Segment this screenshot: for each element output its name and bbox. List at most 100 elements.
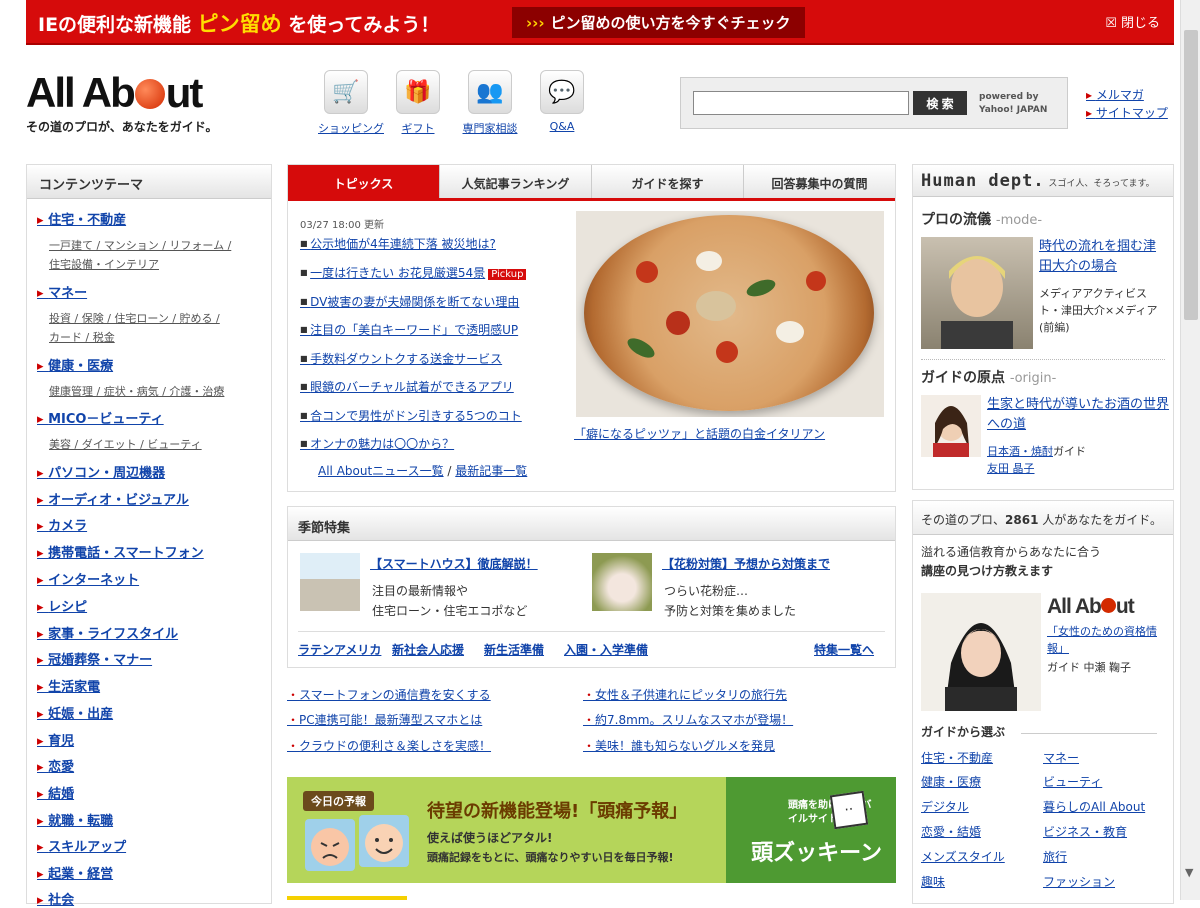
guide-cat-beauty[interactable]: ビューティ bbox=[1043, 773, 1102, 790]
qa-link[interactable]: 💬 Q&A bbox=[534, 70, 590, 133]
vertical-scrollbar[interactable]: ▼ bbox=[1180, 0, 1200, 900]
cat-housing[interactable]: 住宅・不動産 bbox=[37, 209, 126, 228]
guide-photo[interactable] bbox=[921, 593, 1041, 711]
season-link-newlife[interactable]: 新生活準備 bbox=[484, 641, 544, 658]
sub-money-2[interactable]: カード / 税金 bbox=[49, 329, 115, 345]
cat-beauty[interactable]: MICO－ビューティ bbox=[37, 408, 164, 427]
cat-appliances[interactable]: 生活家電 bbox=[37, 676, 100, 695]
mailmag-link[interactable]: メルマガ bbox=[1086, 86, 1168, 104]
pr-link[interactable]: スマートフォンの通信費を安くする bbox=[287, 686, 491, 703]
top-links: メルマガ サイトマップ bbox=[1086, 86, 1168, 122]
cat-recipe[interactable]: レシピ bbox=[37, 596, 87, 615]
feature-smart-house[interactable]: 【スマートハウス】徹底解説！ bbox=[370, 555, 538, 572]
tab-ranking[interactable]: 人気記事ランキング bbox=[439, 165, 591, 198]
guide-cat-living[interactable]: 暮らしのAll About bbox=[1043, 798, 1145, 815]
cat-mobile[interactable]: 携帯電話・スマートフォン bbox=[37, 542, 204, 561]
search-box: 検 索 powered by Yahoo! JAPAN bbox=[680, 77, 1068, 129]
cat-marriage[interactable]: 結婚 bbox=[37, 783, 74, 802]
today-forecast-label: 今日の予報 bbox=[303, 791, 374, 811]
guide-cat-mens[interactable]: メンズスタイル bbox=[921, 848, 1005, 865]
cat-skillup[interactable]: スキルアップ bbox=[37, 836, 126, 855]
scrollbar-thumb[interactable] bbox=[1184, 30, 1198, 320]
pizza-caption[interactable]: 「癖になるピッツァ」と話題の白金イタリアン bbox=[574, 425, 825, 442]
guide-cat-health[interactable]: 健康・医療 bbox=[921, 773, 981, 790]
cat-society[interactable]: 社会 bbox=[37, 889, 74, 908]
people-icon: 👥 bbox=[468, 70, 512, 114]
cat-internet[interactable]: インターネット bbox=[37, 569, 139, 588]
season-link-latin[interactable]: ラテンアメリカ bbox=[298, 641, 381, 658]
faces-illustration bbox=[305, 815, 409, 871]
guide-cat-fashion[interactable]: ファッション bbox=[1043, 873, 1115, 890]
season-link-school[interactable]: 入園・入学準備 bbox=[564, 641, 648, 658]
season-all-link[interactable]: 特集一覧へ bbox=[814, 641, 874, 658]
tomoda-photo[interactable] bbox=[921, 395, 981, 457]
cat-parenting[interactable]: 育児 bbox=[37, 730, 74, 749]
pr-link[interactable]: 約7.8mm。スリムなスマホが登場！ bbox=[583, 711, 793, 728]
cat-career[interactable]: 就職・転職 bbox=[37, 810, 113, 829]
allabout-logo[interactable]: All Ab ut その道のプロが、あなたをガイド。 bbox=[26, 72, 218, 135]
pizza-photo[interactable] bbox=[576, 211, 884, 417]
news-list-link[interactable]: All Aboutニュース一覧 bbox=[318, 464, 444, 478]
tab-topics[interactable]: トピックス bbox=[288, 165, 439, 198]
season-link-newhire[interactable]: 新社会人応援 bbox=[392, 641, 464, 658]
pr-link[interactable]: 美味！誰も知らないグルメを発見 bbox=[583, 737, 775, 754]
guide-cat-business[interactable]: ビジネス・教育 bbox=[1043, 823, 1127, 840]
topic-item[interactable]: 手数料ダウントクする送金サービス bbox=[300, 350, 502, 367]
cat-pregnancy[interactable]: 妊娠・出産 bbox=[37, 703, 113, 722]
sub-housing-2[interactable]: 住宅設備・インテリア bbox=[49, 256, 159, 272]
search-button[interactable]: 検 索 bbox=[913, 91, 967, 115]
sub-money-1[interactable]: 投資 / 保険 / 住宅ローン / 貯める / bbox=[49, 310, 220, 326]
shopping-link[interactable]: 🛒 ショッピング bbox=[318, 70, 384, 136]
latest-articles-link[interactable]: 最新記事一覧 bbox=[455, 464, 527, 478]
next-banner-edge bbox=[287, 896, 407, 900]
pr-link[interactable]: クラウドの便利さ＆楽しさを実感！ bbox=[287, 737, 491, 754]
search-input[interactable] bbox=[693, 91, 909, 115]
topic-item[interactable]: 合コンで男性がドン引きする5つのコト bbox=[300, 407, 522, 424]
pin-promo-banner: IEの便利な新機能 ピン留め を使ってみよう！ ››› ピン留めの使い方を今すぐチ… bbox=[26, 0, 1174, 45]
sub-health[interactable]: 健康管理 / 症状・病気 / 介護・治療 bbox=[49, 383, 224, 399]
guide-cat-housing[interactable]: 住宅・不動産 bbox=[921, 749, 993, 766]
topic-item[interactable]: 眼鏡のバーチャル試着ができるアプリ bbox=[300, 378, 514, 395]
topic-item[interactable]: オンナの魅力は〇〇から？ bbox=[300, 435, 454, 452]
headache-forecast-banner[interactable]: 今日の予報 待望の新機能登場!「頭痛予報」 使えば使うほどアタル! 頭痛記録をも… bbox=[287, 777, 896, 883]
cat-lifestyle[interactable]: 家事・ライフスタイル bbox=[37, 623, 178, 642]
cat-money[interactable]: マネー bbox=[37, 282, 87, 301]
sitemap-link[interactable]: サイトマップ bbox=[1086, 104, 1168, 122]
banner-cta-button[interactable]: ››› ピン留めの使い方を今すぐチェック bbox=[512, 7, 805, 38]
pr-link[interactable]: 女性＆子供連れにピッタリの旅行先 bbox=[583, 686, 787, 703]
expert-consult-link[interactable]: 👥 専門家相談 bbox=[462, 70, 518, 136]
guide-cat-hobby[interactable]: 趣味 bbox=[921, 873, 945, 890]
pro-style-article[interactable]: 時代の流れを掴む津田大介の場合 bbox=[1039, 237, 1167, 277]
gift-link[interactable]: 🎁 ギフト bbox=[390, 70, 446, 136]
tsuda-photo[interactable] bbox=[921, 237, 1033, 349]
cat-manners[interactable]: 冠婚葬祭・マナー bbox=[37, 649, 152, 668]
cat-pc[interactable]: パソコン・周辺機器 bbox=[37, 462, 165, 481]
tab-questions[interactable]: 回答募集中の質問 bbox=[743, 165, 895, 198]
topic-item[interactable]: 注目の「美白キーワード」で透明感UP bbox=[300, 321, 518, 338]
guide-article-link[interactable]: 「女性のための資格情報」 bbox=[1047, 623, 1157, 657]
sub-housing-1[interactable]: 一戸建て / マンション / リフォーム / bbox=[49, 237, 231, 253]
feature-pollen[interactable]: 【花粉対策】予想から対策まで bbox=[662, 555, 830, 572]
guide-origin-article[interactable]: 生家と時代が導いたお酒の世界への道 bbox=[987, 395, 1169, 435]
human-dept-panel: Human dept. スゴイ人、そろってます。 プロの流儀 -mode- 時代… bbox=[912, 164, 1174, 490]
tab-find-guide[interactable]: ガイドを探す bbox=[591, 165, 743, 198]
pollen-thumb[interactable] bbox=[592, 553, 652, 611]
guide-cat-digital[interactable]: デジタル bbox=[921, 798, 969, 815]
cat-business[interactable]: 起業・経営 bbox=[37, 863, 113, 882]
topic-item[interactable]: 公示地価が4年連続下落 被災地は? bbox=[300, 235, 496, 252]
cat-camera[interactable]: カメラ bbox=[37, 515, 87, 534]
guide-cat-travel[interactable]: 旅行 bbox=[1043, 848, 1067, 865]
banner-close-button[interactable]: ☒ 閉じる bbox=[1105, 12, 1160, 31]
guide-cat-money[interactable]: マネー bbox=[1043, 749, 1079, 766]
face-sticker-icon: ·· bbox=[829, 790, 869, 830]
cat-audio[interactable]: オーディオ・ビジュアル bbox=[37, 489, 189, 508]
cat-health[interactable]: 健康・医療 bbox=[37, 355, 113, 374]
guide-cat-love[interactable]: 恋愛・結婚 bbox=[921, 823, 981, 840]
smart-house-thumb[interactable] bbox=[300, 553, 360, 611]
sub-beauty[interactable]: 美容 / ダイエット / ビューティ bbox=[49, 436, 202, 452]
pr-link[interactable]: PC連携可能！最新薄型スマホとは bbox=[287, 711, 482, 728]
cat-love[interactable]: 恋愛 bbox=[37, 756, 74, 775]
zukkin-title: 頭ズッキーン bbox=[751, 841, 882, 866]
topic-item[interactable]: DV被害の妻が夫婦関係を断てない理由 bbox=[300, 293, 519, 310]
scroll-down-arrow-icon[interactable]: ▼ bbox=[1185, 866, 1193, 879]
